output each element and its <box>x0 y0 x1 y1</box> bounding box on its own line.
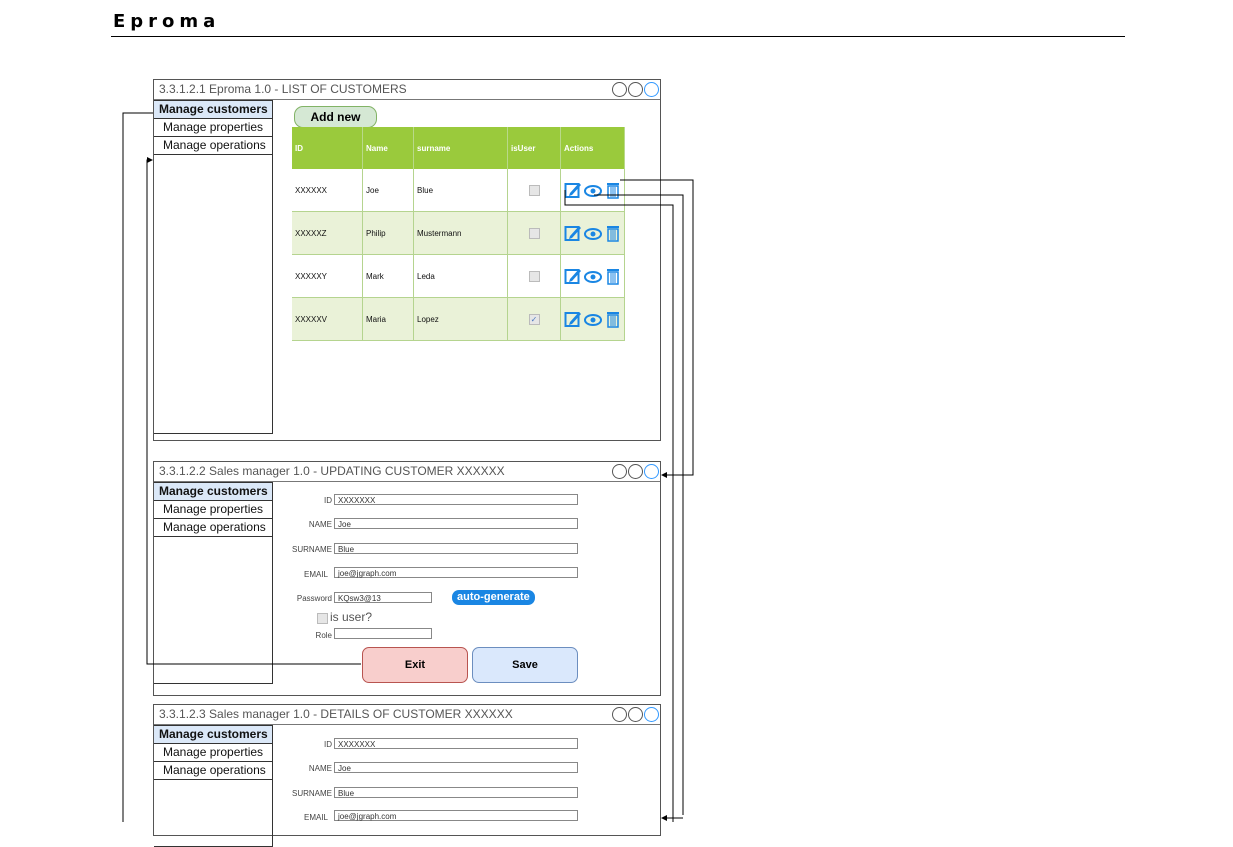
connector-line <box>146 157 361 665</box>
connector-line <box>122 112 153 822</box>
flow-connectors <box>122 112 694 822</box>
connector-line <box>620 179 694 478</box>
connector-line <box>564 190 674 822</box>
connector-line <box>594 194 684 815</box>
